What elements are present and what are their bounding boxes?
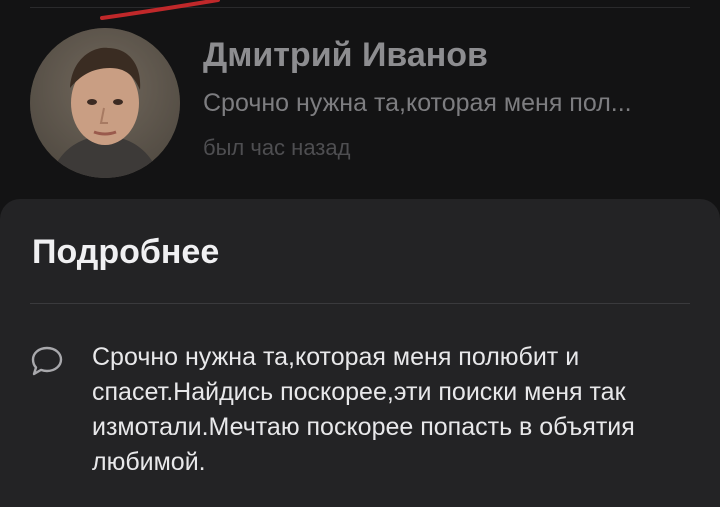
annotation-mark bbox=[100, 0, 220, 20]
details-divider bbox=[30, 303, 690, 304]
last-seen-label: был час назад bbox=[203, 135, 351, 160]
profile-header[interactable]: Дмитрий Иванов Срочно нужна та,которая м… bbox=[30, 28, 690, 178]
details-title: Подробнее bbox=[32, 233, 220, 271]
profile-status: Срочно нужна та,которая меня пол... bbox=[203, 89, 632, 117]
profile-screen: Дмитрий Иванов Срочно нужна та,которая м… bbox=[0, 0, 720, 507]
speech-bubble-icon bbox=[31, 346, 63, 376]
profile-name: Дмитрий Иванов bbox=[203, 36, 488, 74]
details-sheet: Подробнее Срочно нужна та,которая меня п… bbox=[0, 199, 720, 507]
avatar[interactable] bbox=[30, 28, 180, 178]
about-text: Срочно нужна та,которая меня полюбит и с… bbox=[92, 343, 635, 476]
